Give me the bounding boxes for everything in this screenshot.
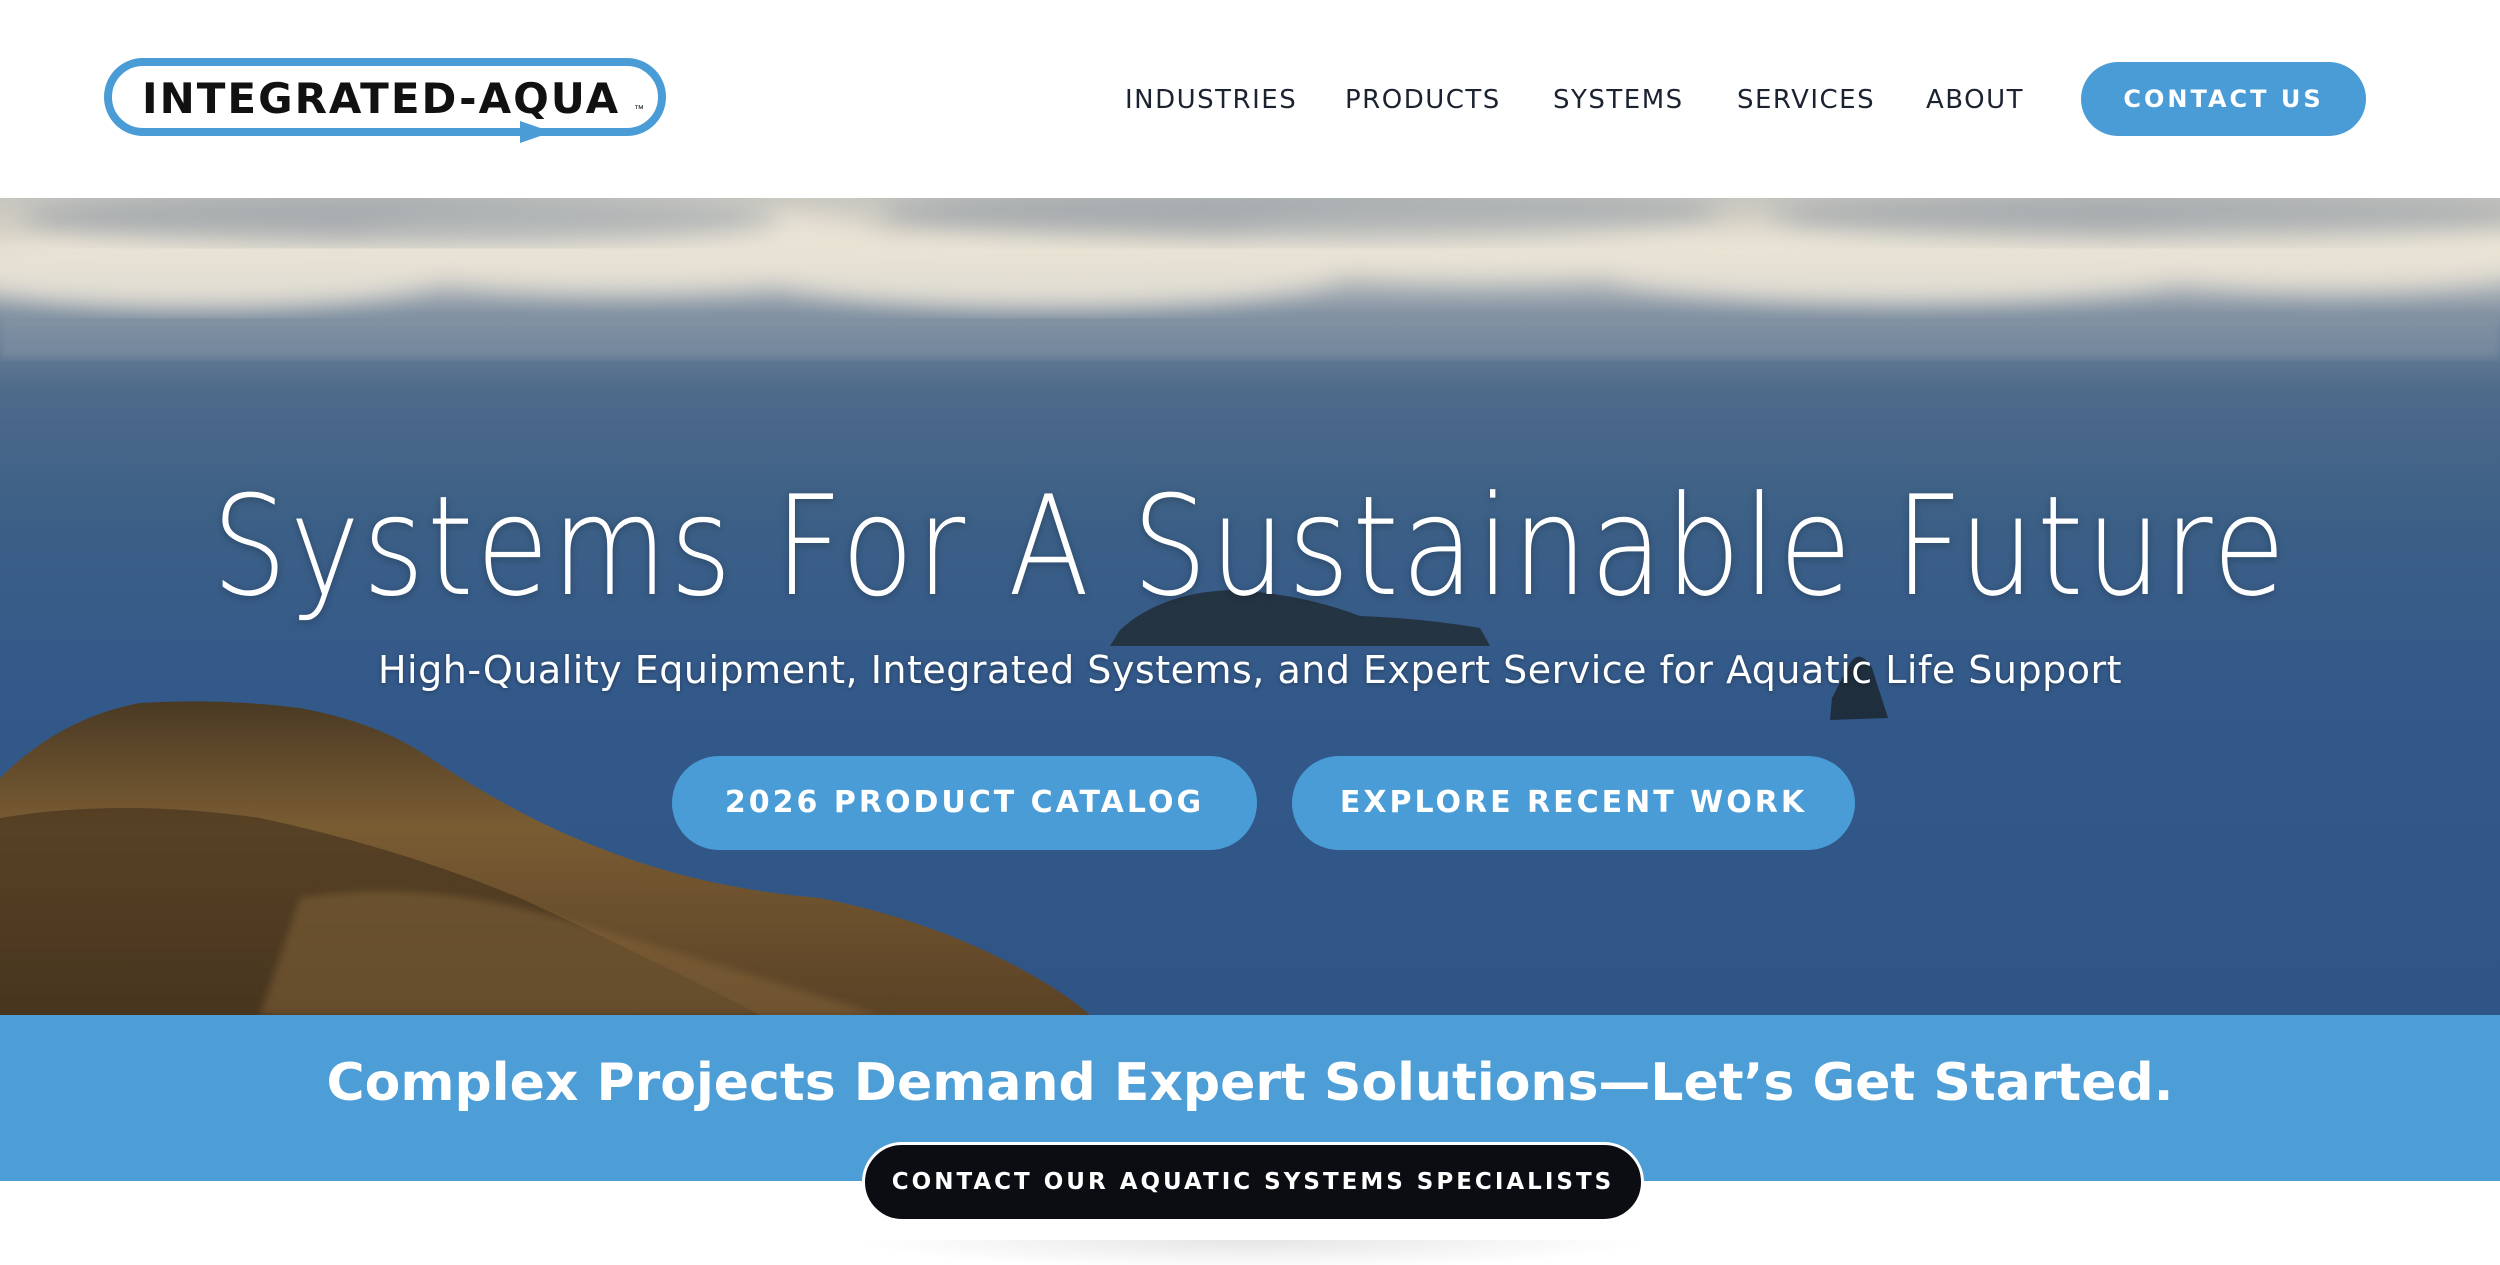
- nav-item-about[interactable]: ABOUT: [1926, 78, 2024, 122]
- nav-item-industries[interactable]: INDUSTRIES: [1125, 78, 1297, 122]
- explore-recent-work-button[interactable]: EXPLORE RECENT WORK: [1292, 756, 1855, 850]
- contact-us-button[interactable]: CONTACT US: [2081, 62, 2366, 136]
- logo-text: INTEGRATED-AQUA: [142, 74, 621, 123]
- brand-logo[interactable]: INTEGRATED-AQUA ™: [104, 58, 666, 143]
- nav-item-products[interactable]: PRODUCTS: [1345, 78, 1501, 122]
- contact-specialists-button[interactable]: CONTACT OUR AQUATIC SYSTEMS SPECIALISTS: [862, 1142, 1644, 1222]
- hero-subtitle: High-Quality Equipment, Integrated Syste…: [377, 648, 2123, 692]
- section-shadow: [850, 1240, 1650, 1265]
- product-catalog-button[interactable]: 2026 PRODUCT CATALOG: [672, 756, 1257, 850]
- logo-arrow-icon: [402, 121, 552, 143]
- hero-title: Systems For A Sustainable Future: [211, 466, 2289, 627]
- banner-headline: Complex Projects Demand Expert Solutions…: [326, 1053, 2174, 1113]
- logo-trademark: ™: [634, 104, 644, 115]
- nav-item-services[interactable]: SERVICES: [1737, 78, 1875, 122]
- nav-item-systems[interactable]: SYSTEMS: [1553, 78, 1684, 122]
- hero-section: Systems For A Sustainable Future High-Qu…: [0, 198, 2500, 1015]
- site-header: INTEGRATED-AQUA ™ INDUSTRIES PRODUCTS SY…: [0, 0, 2500, 198]
